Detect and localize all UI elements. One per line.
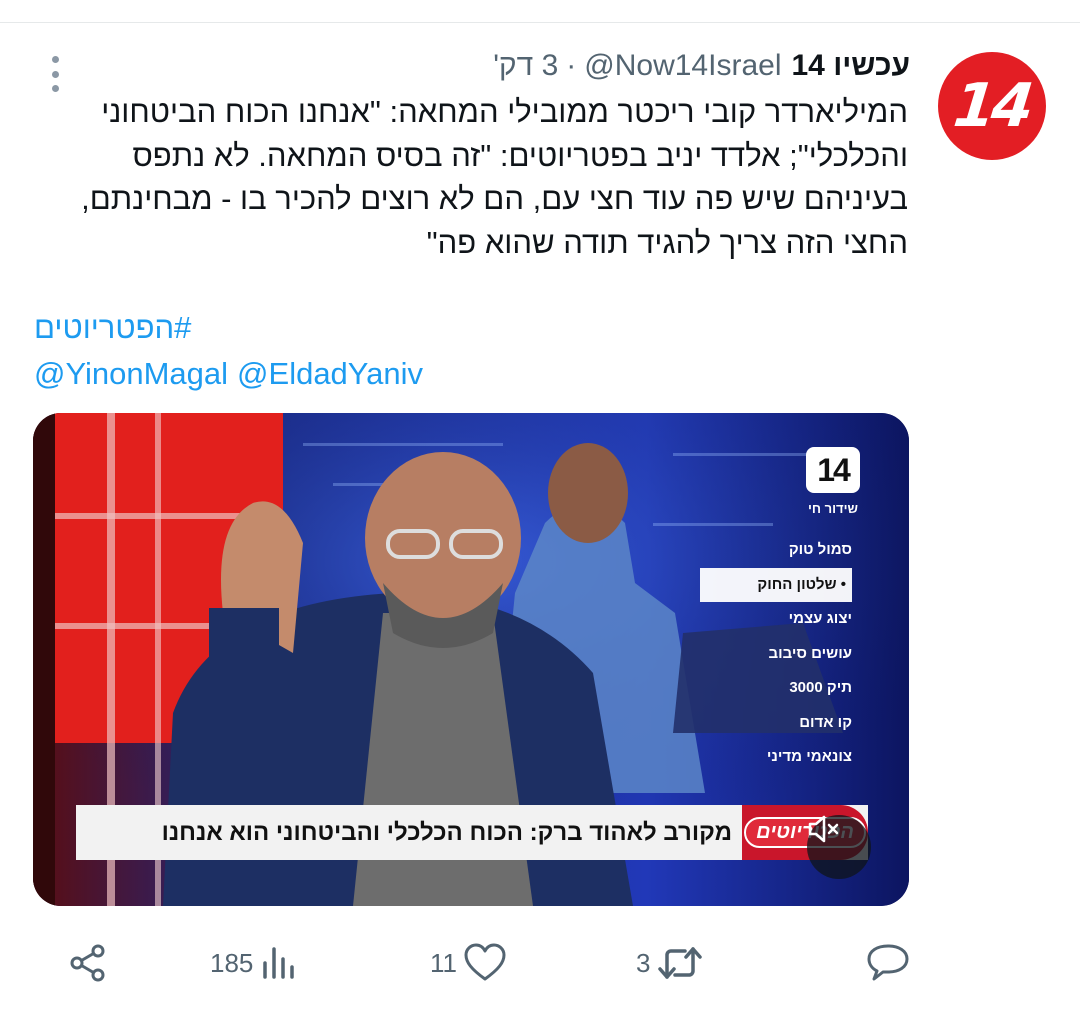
more-options-icon[interactable]	[48, 56, 62, 92]
show-item: יצוג עצמי	[788, 610, 852, 627]
mention-link[interactable]: @YinonMagal	[34, 356, 228, 392]
show-item: עושים סיבוב	[768, 644, 852, 662]
analytics-icon	[263, 947, 295, 979]
header-separator: ·	[566, 49, 577, 82]
views-button[interactable]: 185	[210, 936, 299, 990]
show-item: תיק 3000	[789, 679, 852, 696]
show-item: סמול טוק	[788, 541, 852, 558]
news-ticker: הפטריוטים מקורב לאהוד ברק: הכוח הכלכלי ו…	[76, 805, 868, 860]
heart-icon	[464, 943, 506, 981]
tweet-text: המיליארדר קובי ריכטר ממובילי המחאה: "אנח…	[28, 90, 908, 264]
tweet-line: והכלכלי"; אלדד יניב בפטריוטים: "זה בסיס …	[132, 137, 908, 173]
author-handle[interactable]: @Now14Israel	[584, 49, 781, 83]
ticker-headline: מקורב לאהוד ברק: הכוח הכלכלי והביטחוני ה…	[161, 818, 732, 846]
tweet-line: בעיניהם שיש פה עוד חצי עם, הם לא רוצים ל…	[81, 181, 908, 216]
views-count: 185	[210, 947, 254, 978]
tweet-line: המיליארדר קובי ריכטר ממובילי המחאה: "אנח…	[101, 94, 908, 129]
tweet-header: עכשיו 14 @Now14Israel · 3 דק'	[493, 46, 910, 86]
retweet-button[interactable]: 3	[636, 936, 704, 990]
retweet-count: 3	[636, 947, 651, 978]
share-icon	[70, 944, 105, 982]
video-player[interactable]: 14 שידור חי סמול טוק • שלטון החוק יצוג ע…	[33, 413, 909, 906]
reply-button[interactable]	[860, 936, 910, 990]
live-label: שידור חי	[807, 501, 858, 516]
mention-link[interactable]: @EldadYaniv	[237, 356, 423, 392]
show-item-active: • שלטון החוק	[700, 567, 852, 602]
retweet-icon	[658, 947, 703, 979]
like-button[interactable]: 11	[430, 936, 507, 990]
like-count: 11	[430, 947, 457, 978]
speaker-muted-icon[interactable]	[807, 815, 871, 879]
show-item: קו אדום	[799, 713, 852, 731]
author-avatar[interactable]: 14	[938, 52, 1046, 160]
avatar-logo-text: 14	[950, 71, 1034, 141]
mentions-row: @YinonMagal @EldadYaniv	[34, 356, 423, 392]
channel-logo: 14	[806, 447, 860, 493]
hashtag-link[interactable]: #הפטריוטים	[34, 310, 191, 346]
show-list: סמול טוק • שלטון החוק יצוג עצמי עושים סי…	[700, 533, 852, 775]
show-item: צונאמי מדיני	[766, 748, 852, 765]
author-display-name[interactable]: עכשיו 14	[791, 49, 910, 83]
tweet-actions-bar: 185 11 3	[0, 936, 1080, 990]
tweet-line: החצי הזה צריך להגיד תודה שהוא פה"	[426, 224, 908, 260]
top-divider	[0, 22, 1080, 23]
tweet-timestamp[interactable]: 3 דק'	[493, 49, 558, 83]
share-button[interactable]	[68, 936, 108, 990]
reply-icon	[867, 944, 909, 981]
